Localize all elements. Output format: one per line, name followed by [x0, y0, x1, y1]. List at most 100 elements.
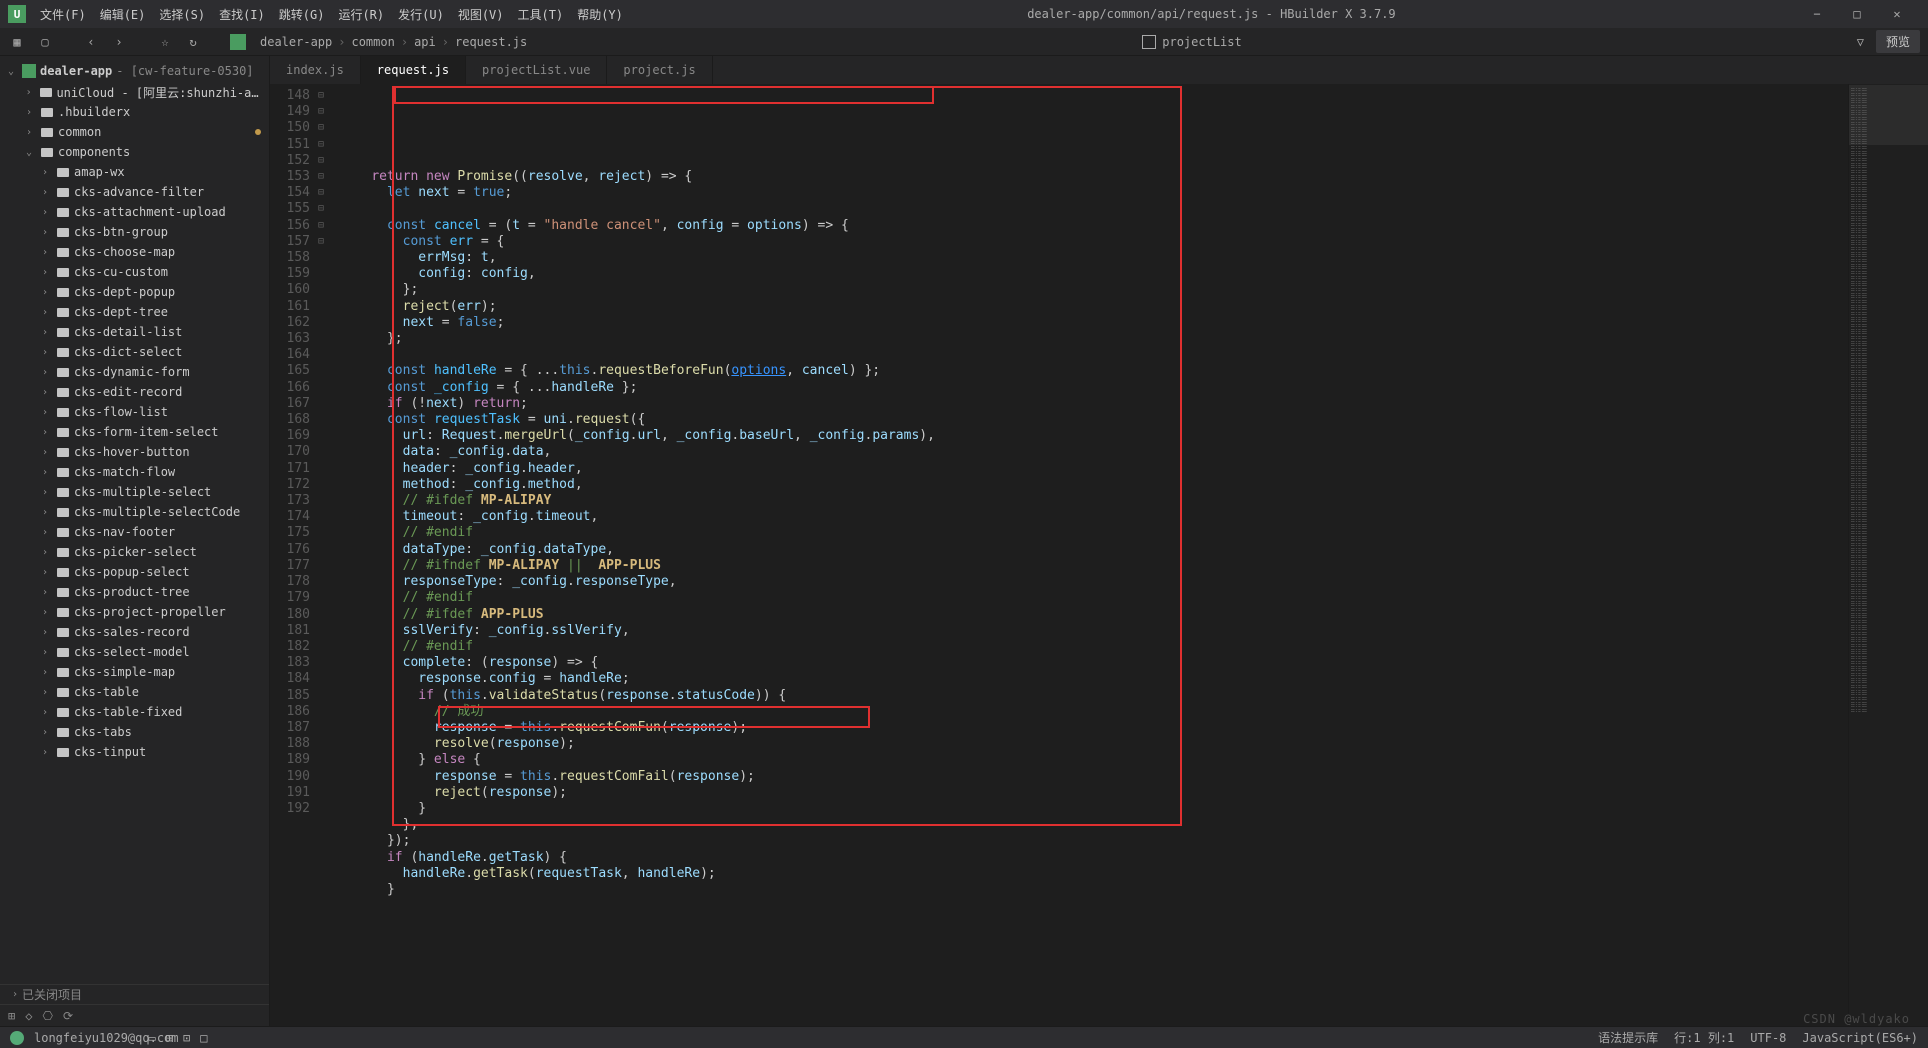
tree-item[interactable]: ›cks-table-fixed — [0, 702, 269, 722]
menu-item-7[interactable]: 视图(V) — [452, 2, 510, 27]
editor-tab[interactable]: request.js — [361, 56, 466, 84]
menu-item-8[interactable]: 工具(T) — [512, 2, 570, 27]
minimap-viewport[interactable] — [1849, 85, 1928, 145]
menu-item-6[interactable]: 发行(U) — [392, 2, 450, 27]
minimize-button[interactable]: − — [1802, 7, 1832, 21]
sidebar-foot-icon-3[interactable]: ⟳ — [63, 1009, 73, 1023]
tree-item[interactable]: ›cks-hover-button — [0, 442, 269, 462]
expand-icon[interactable]: › — [38, 207, 52, 218]
tree-item[interactable]: ›cks-dict-select — [0, 342, 269, 362]
menu-item-1[interactable]: 编辑(E) — [94, 2, 152, 27]
close-button[interactable]: ✕ — [1882, 7, 1912, 21]
expand-icon[interactable]: › — [38, 387, 52, 398]
tree-item[interactable]: ›cks-picker-select — [0, 542, 269, 562]
tree-item[interactable]: ›cks-choose-map — [0, 242, 269, 262]
tree-item[interactable]: ›cks-product-tree — [0, 582, 269, 602]
expand-icon[interactable]: › — [38, 547, 52, 558]
expand-icon[interactable]: › — [38, 687, 52, 698]
nav-forward-icon[interactable]: › — [110, 33, 128, 51]
menu-item-0[interactable]: 文件(F) — [34, 2, 92, 27]
tree-item[interactable]: ›cks-dynamic-form — [0, 362, 269, 382]
status-item-2[interactable]: UTF-8 — [1750, 1031, 1786, 1045]
tree-item[interactable]: ›.hbuilderx — [0, 102, 269, 122]
preview-button[interactable]: 预览 — [1876, 30, 1920, 53]
expand-icon[interactable]: › — [38, 407, 52, 418]
menu-item-9[interactable]: 帮助(Y) — [571, 2, 629, 27]
tree-item[interactable]: ›cks-multiple-selectCode — [0, 502, 269, 522]
refresh-icon[interactable]: ↻ — [184, 33, 202, 51]
expand-icon[interactable]: › — [38, 587, 52, 598]
expand-icon[interactable]: › — [38, 287, 52, 298]
status-icon-3[interactable]: □ — [200, 1031, 207, 1045]
tree-root[interactable]: ⌄ dealer-app - [cw-feature-0530] — [0, 60, 269, 82]
menu-item-3[interactable]: 查找(I) — [213, 2, 271, 27]
tree-item[interactable]: ›cks-match-flow — [0, 462, 269, 482]
editor-tab[interactable]: index.js — [270, 56, 361, 84]
tree-item[interactable]: ›cks-tinput — [0, 742, 269, 762]
expand-icon[interactable]: › — [38, 507, 52, 518]
tree-item[interactable]: ›cks-select-model — [0, 642, 269, 662]
menu-item-4[interactable]: 跳转(G) — [273, 2, 331, 27]
tree-item[interactable]: ›cks-project-propeller — [0, 602, 269, 622]
tree-item[interactable]: ›cks-nav-footer — [0, 522, 269, 542]
expand-icon[interactable]: › — [38, 327, 52, 338]
expand-icon[interactable]: › — [38, 227, 52, 238]
expand-icon[interactable]: › — [22, 107, 36, 118]
expand-icon[interactable]: › — [38, 567, 52, 578]
star-icon[interactable]: ☆ — [156, 33, 174, 51]
filter-icon[interactable]: ▽ — [1857, 35, 1864, 49]
expand-icon[interactable]: › — [38, 427, 52, 438]
tree-item[interactable]: ›cks-dept-tree — [0, 302, 269, 322]
tree-item[interactable]: ›cks-btn-group — [0, 222, 269, 242]
expand-icon[interactable]: › — [38, 607, 52, 618]
maximize-button[interactable]: □ — [1842, 7, 1872, 21]
sidebar-foot-icon-2[interactable]: ⎔ — [42, 1009, 52, 1023]
tree-item[interactable]: ›cks-sales-record — [0, 622, 269, 642]
tree-item[interactable]: ›common — [0, 122, 269, 142]
code-content[interactable]: return new Promise((resolve, reject) => … — [332, 84, 1848, 1026]
toolbar-center[interactable]: projectList — [537, 35, 1847, 49]
expand-icon[interactable]: › — [38, 667, 52, 678]
tree-item[interactable]: ›cks-advance-filter — [0, 182, 269, 202]
tree-item[interactable]: ›cks-multiple-select — [0, 482, 269, 502]
tree-item[interactable]: ›cks-table — [0, 682, 269, 702]
tree-item[interactable]: ›cks-cu-custom — [0, 262, 269, 282]
tree-item[interactable]: ›cks-form-item-select — [0, 422, 269, 442]
expand-icon[interactable]: › — [22, 127, 36, 138]
editor-tab[interactable]: projectList.vue — [466, 56, 607, 84]
expand-icon[interactable]: › — [38, 627, 52, 638]
tree-item[interactable]: ›cks-detail-list — [0, 322, 269, 342]
new-file-icon[interactable]: ▦ — [8, 33, 26, 51]
project-tree[interactable]: ⌄ dealer-app - [cw-feature-0530] ›uniClo… — [0, 56, 269, 984]
expand-icon[interactable]: › — [38, 167, 52, 178]
tree-item[interactable]: ›cks-edit-record — [0, 382, 269, 402]
tree-item[interactable]: ›cks-dept-popup — [0, 282, 269, 302]
expand-icon[interactable]: › — [38, 707, 52, 718]
menu-item-5[interactable]: 运行(R) — [332, 2, 390, 27]
expand-icon[interactable]: › — [38, 367, 52, 378]
sidebar-foot-icon-1[interactable]: ◇ — [25, 1009, 32, 1023]
expand-icon[interactable]: › — [38, 727, 52, 738]
user-avatar-icon[interactable] — [10, 1031, 24, 1045]
tree-item[interactable]: ›cks-popup-select — [0, 562, 269, 582]
expand-icon[interactable]: › — [38, 267, 52, 278]
tree-item[interactable]: ⌄components — [0, 142, 269, 162]
fold-gutter[interactable]: ⊟ ⊟ ⊟ ⊟ ⊟ ⊟ ⊟ ⊟ ⊟ ⊟ — [318, 84, 332, 1026]
code-editor[interactable]: 1481491501511521531541551561571581591601… — [270, 84, 1928, 1026]
menu-item-2[interactable]: 选择(S) — [153, 2, 211, 27]
status-item-1[interactable]: 行:1 列:1 — [1674, 1029, 1734, 1046]
breadcrumb-2[interactable]: api — [414, 35, 436, 49]
tree-item[interactable]: ›cks-flow-list — [0, 402, 269, 422]
minimap[interactable]: ▬▬▬ ▬ ▬▬ ▬▬▬▬ ▬▬▬ ▬ ▬▬ ▬▬▬▬ ▬▬▬ ▬ ▬▬ ▬▬▬… — [1848, 84, 1928, 1026]
expand-icon[interactable]: › — [38, 647, 52, 658]
expand-icon[interactable]: › — [38, 347, 52, 358]
tree-item[interactable]: ›uniCloud - [阿里云:shunzhi-app] — [0, 82, 269, 102]
status-icon-1[interactable]: ⊞ — [166, 1031, 173, 1045]
open-file-icon[interactable]: ▢ — [36, 33, 54, 51]
closed-projects[interactable]: ›已关闭项目 — [0, 984, 269, 1004]
expand-icon[interactable]: › — [38, 247, 52, 258]
expand-icon[interactable]: › — [38, 487, 52, 498]
status-item-0[interactable]: 语法提示库 — [1598, 1029, 1658, 1046]
expand-icon[interactable]: ⌄ — [22, 147, 36, 158]
expand-icon[interactable]: › — [38, 447, 52, 458]
